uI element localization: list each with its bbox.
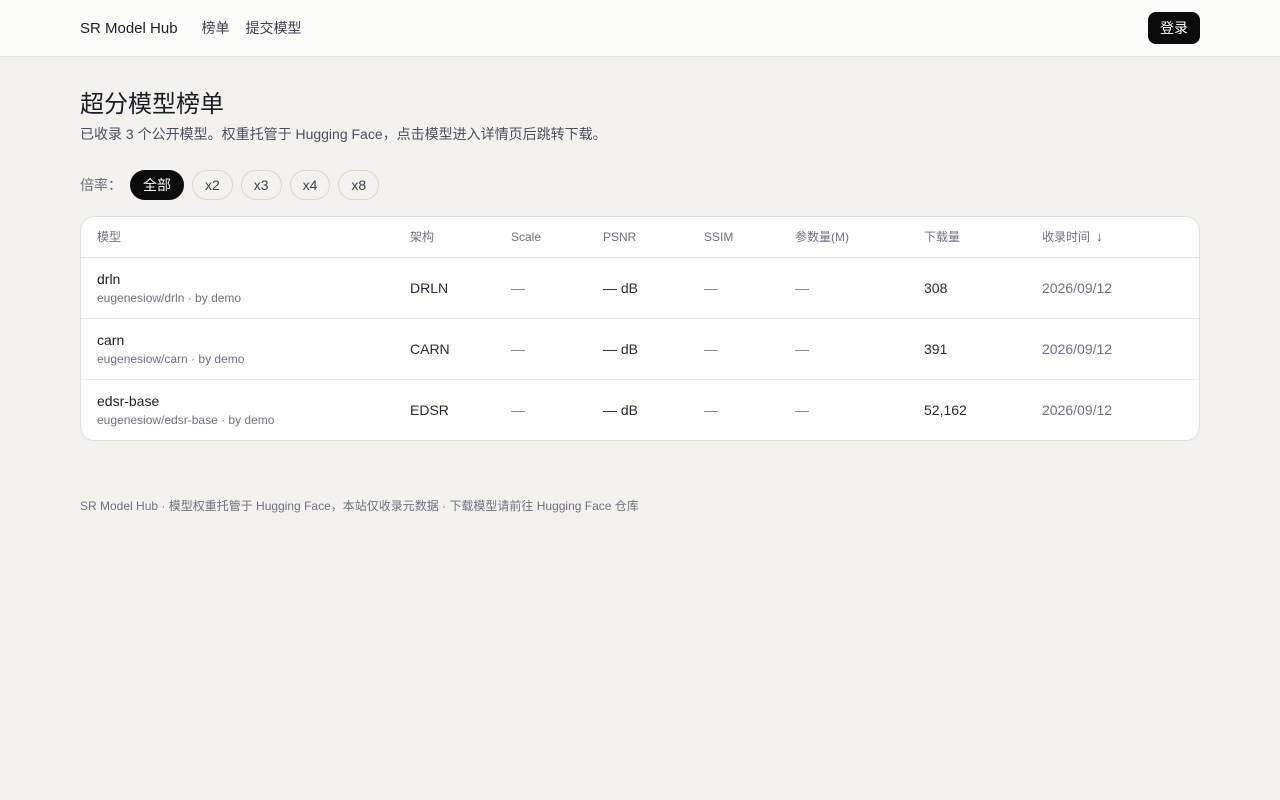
model-repo-text: eugenesiow/carn · by demo <box>97 351 245 366</box>
downloads-cell: 308 <box>908 257 1026 319</box>
leaderboard-table-card: 模型 架构 Scale PSNR SSIM 参数量(M) 下载量 收录时间 ↓ d… <box>80 216 1200 441</box>
scale-cell: — <box>495 318 587 380</box>
filter-chip-x8[interactable]: x8 <box>338 170 380 200</box>
params-cell: — <box>779 318 908 380</box>
model-cell[interactable]: drln eugenesiow/drln · by demo <box>81 257 394 319</box>
login-button[interactable]: 登录 <box>1148 12 1200 44</box>
column-header-arch[interactable]: 架构 <box>394 217 495 258</box>
table-header-row: 模型 架构 Scale PSNR SSIM 参数量(M) 下载量 收录时间 ↓ <box>81 217 1199 258</box>
table-row[interactable]: carn eugenesiow/carn · by demo CARN — — … <box>81 318 1199 380</box>
model-repo-text: eugenesiow/edsr-base · by demo <box>97 412 275 427</box>
leaderboard-table: 模型 架构 Scale PSNR SSIM 参数量(M) 下载量 收录时间 ↓ d… <box>81 217 1199 440</box>
ssim-cell: — <box>704 401 718 418</box>
table-row[interactable]: drln eugenesiow/drln · by demo DRLN — — … <box>81 257 1199 319</box>
scale-cell: — <box>511 401 525 418</box>
main-content: 超分模型榜单 已收录 3 个公开模型。权重托管于 Hugging Face，点击… <box>0 90 1280 441</box>
filter-chip-x4[interactable]: x4 <box>289 170 331 200</box>
column-header-date[interactable]: 收录时间 ↓ <box>1026 217 1199 258</box>
table-row[interactable]: edsr-base eugenesiow/edsr-base · by demo… <box>81 379 1199 440</box>
brand-logo-text[interactable]: SR Model Hub <box>80 20 178 37</box>
arch-cell: CARN <box>394 318 495 380</box>
column-header-psnr[interactable]: PSNR <box>587 217 688 258</box>
model-cell[interactable]: carn eugenesiow/carn · by demo <box>81 318 394 380</box>
arch-cell: DRLN <box>394 257 495 319</box>
scale-cell: — <box>495 257 587 319</box>
column-header-scale[interactable]: Scale <box>495 217 587 258</box>
model-name-link[interactable]: drln <box>97 270 378 288</box>
column-header-model[interactable]: 模型 <box>81 217 394 258</box>
column-header-date-label: 收录时间 <box>1042 230 1091 245</box>
nav-link-leaderboard[interactable]: 榜单 <box>202 18 230 38</box>
filter-chip-x3[interactable]: x3 <box>240 170 282 200</box>
date-cell: 2026/09/12 <box>1026 318 1199 380</box>
filter-chip-all[interactable]: 全部 <box>130 170 184 200</box>
model-name-link[interactable]: carn <box>97 331 378 349</box>
psnr-cell: — dB <box>603 401 639 418</box>
date-cell: 2026/09/12 <box>1042 401 1113 418</box>
scale-filter: 倍率： 全部 x2 x3 x4 x8 <box>80 170 1200 200</box>
nav-link-submit-model[interactable]: 提交模型 <box>246 18 302 38</box>
page-description: 已收录 3 个公开模型。权重托管于 Hugging Face，点击模型进入详情页… <box>80 126 607 142</box>
psnr-cell: — dB <box>587 257 688 319</box>
params-cell: — <box>779 257 908 319</box>
footer-text: SR Model Hub · 模型权重托管于 Hugging Face，本站仅收… <box>80 499 639 513</box>
page-title: 超分模型榜单 <box>80 91 224 118</box>
params-cell: — <box>795 401 809 418</box>
ssim-cell: — <box>688 257 779 319</box>
top-navbar: SR Model Hub 榜单 提交模型 登录 <box>0 0 1280 57</box>
column-header-params[interactable]: 参数量(M) <box>779 217 908 258</box>
page-footer: SR Model Hub · 模型权重托管于 Hugging Face，本站仅收… <box>0 497 1280 514</box>
model-cell[interactable]: edsr-base eugenesiow/edsr-base · by demo <box>81 379 394 440</box>
psnr-cell: — dB <box>587 318 688 380</box>
model-name-link[interactable]: edsr-base <box>97 392 378 410</box>
ssim-cell: — <box>688 318 779 380</box>
column-header-downloads[interactable]: 下载量 <box>908 217 1026 258</box>
downloads-cell: 391 <box>908 318 1026 380</box>
scale-filter-label: 倍率： <box>80 177 122 193</box>
arch-cell: EDSR <box>410 401 449 418</box>
column-header-ssim[interactable]: SSIM <box>688 217 779 258</box>
model-repo-text: eugenesiow/drln · by demo <box>97 290 242 305</box>
date-cell: 2026/09/12 <box>1026 257 1199 319</box>
sort-descending-icon[interactable]: ↓ <box>1096 229 1103 244</box>
filter-chip-x2[interactable]: x2 <box>192 170 233 200</box>
downloads-cell: 52,162 <box>924 401 967 418</box>
